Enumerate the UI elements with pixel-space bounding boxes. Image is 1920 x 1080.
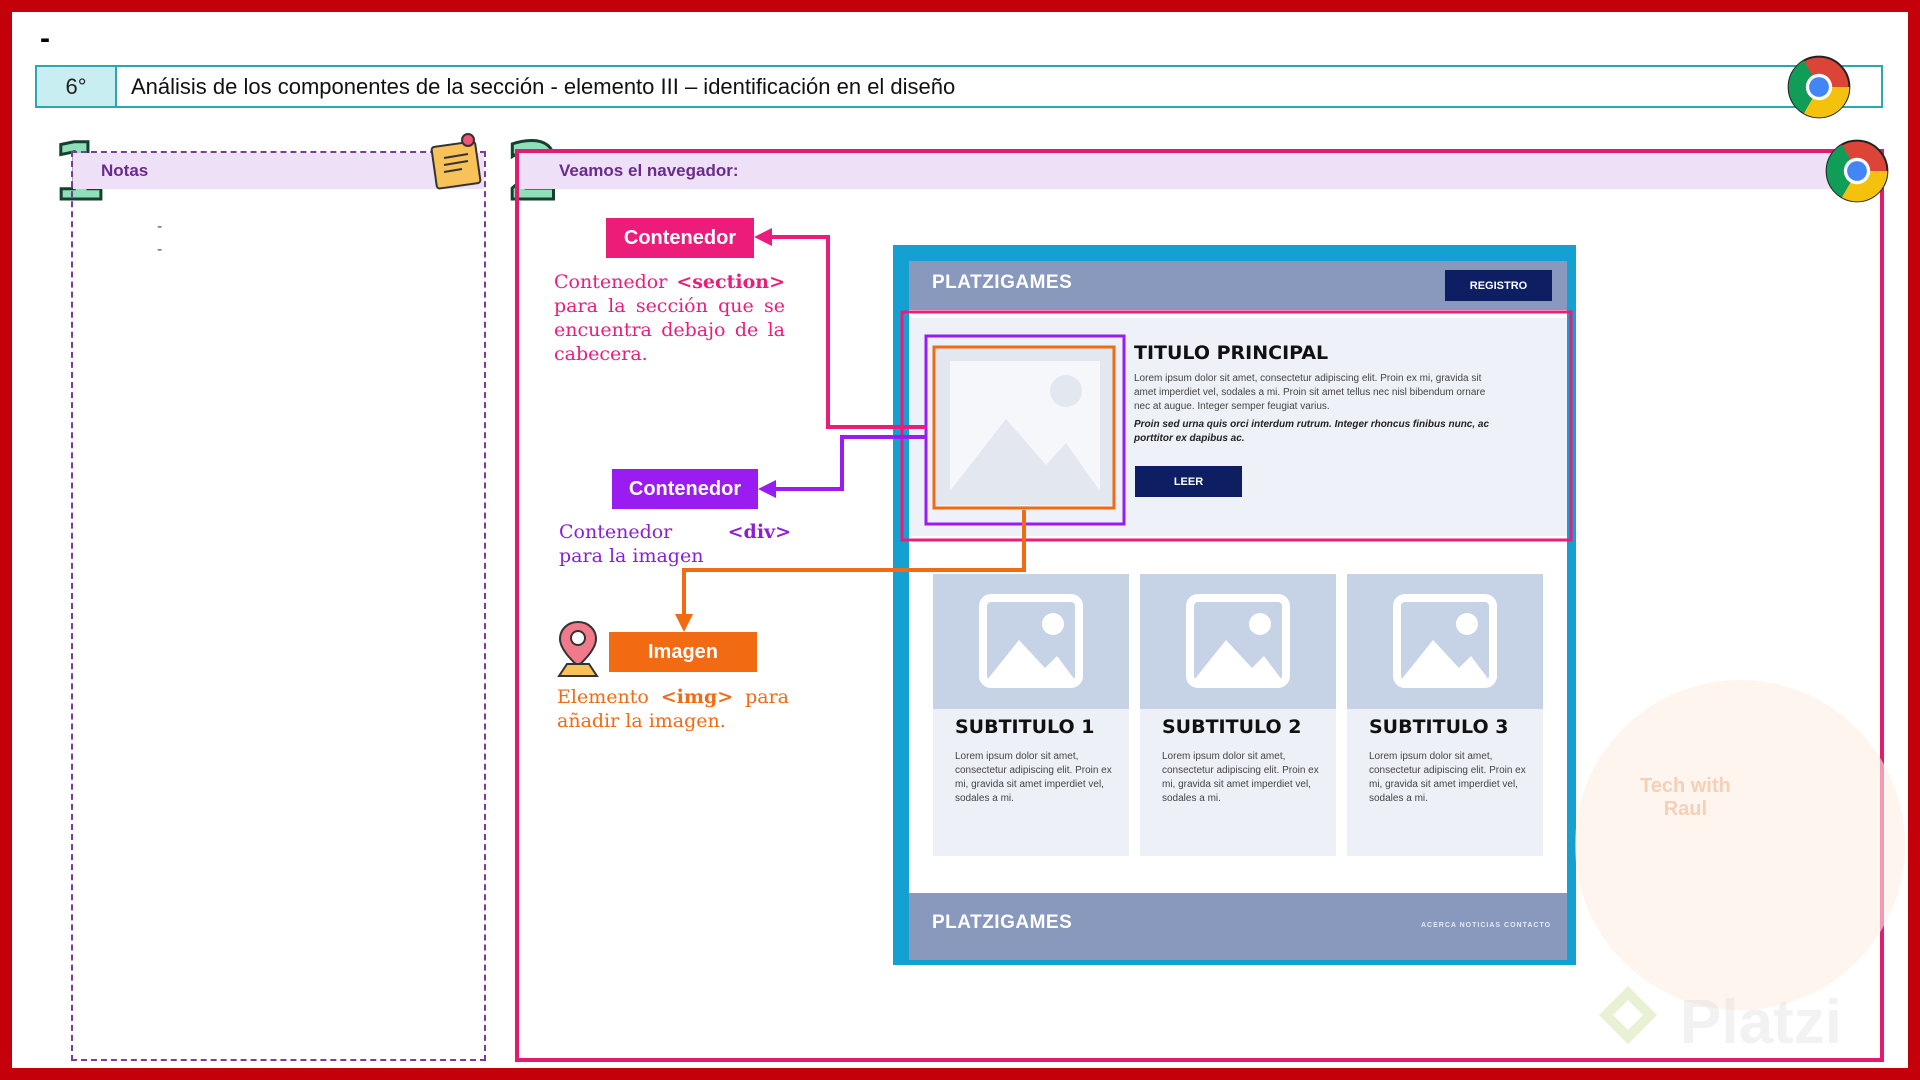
- hero-text: Lorem ipsum dolor sit amet, consectetur …: [1134, 373, 1486, 412]
- slide-header: 6° Análisis de los componentes de la sec…: [35, 65, 1883, 108]
- platzi-logo: Platzi: [1598, 985, 1842, 1057]
- section-description: Contenedor <section> para la sección que…: [554, 271, 785, 365]
- img-description: Elemento <img> para añadir la imagen.: [557, 686, 789, 732]
- image-placeholder-icon: [933, 574, 1129, 709]
- card-text: Lorem ipsum dolor sit amet, consectetur …: [955, 751, 1112, 804]
- image-placeholder-icon: [936, 347, 1114, 505]
- lesson-number: 6°: [37, 67, 117, 106]
- chrome-icon: [1825, 139, 1889, 203]
- register-button[interactable]: REGISTRO: [1445, 270, 1552, 301]
- watermark-badge: [1575, 680, 1905, 1010]
- map-pin-icon: [557, 620, 599, 677]
- card-text: Lorem ipsum dolor sit amet, consectetur …: [1162, 751, 1319, 804]
- div-description: Contenedor <div> para la imagen: [559, 521, 791, 567]
- chrome-icon: [1787, 55, 1851, 119]
- footer-links[interactable]: ACERCA NOTICIAS CONTACTO: [1421, 922, 1551, 929]
- watermark-text: Tech with Raul: [1640, 775, 1731, 820]
- card-title: SUBTITULO 1: [955, 716, 1095, 738]
- card-title: SUBTITULO 2: [1162, 716, 1302, 738]
- note-item: -: [157, 218, 163, 235]
- mockup-brand: PLATZIGAMES: [932, 272, 1073, 293]
- notes-title: Notas: [73, 153, 484, 189]
- browser-panel-title: Veamos el navegador:: [519, 153, 1880, 189]
- img-tag: Imagen: [609, 632, 757, 672]
- card-text: Lorem ipsum dolor sit amet, consectetur …: [1369, 751, 1526, 804]
- div-tag: Contenedor: [612, 469, 758, 509]
- hero-text-emphasis: Proin sed urna quis orci interdum rutrum…: [1134, 419, 1490, 444]
- card-title: SUBTITULO 3: [1369, 716, 1509, 738]
- svg-text:Platzi: Platzi: [1680, 988, 1842, 1057]
- image-placeholder-icon: [1347, 574, 1543, 709]
- image-placeholder-icon: [1140, 574, 1336, 709]
- lesson-title: Análisis de los componentes de la secció…: [131, 73, 956, 99]
- sticky-note-icon: [430, 133, 482, 190]
- hero-title: TITULO PRINCIPAL: [1134, 342, 1329, 364]
- note-item: -: [157, 241, 163, 258]
- notes-panel: [71, 151, 486, 1061]
- section-tag: Contenedor: [606, 218, 754, 258]
- read-button[interactable]: LEER: [1135, 466, 1242, 497]
- top-mark: -: [40, 22, 50, 55]
- mockup-footer-brand: PLATZIGAMES: [932, 912, 1073, 933]
